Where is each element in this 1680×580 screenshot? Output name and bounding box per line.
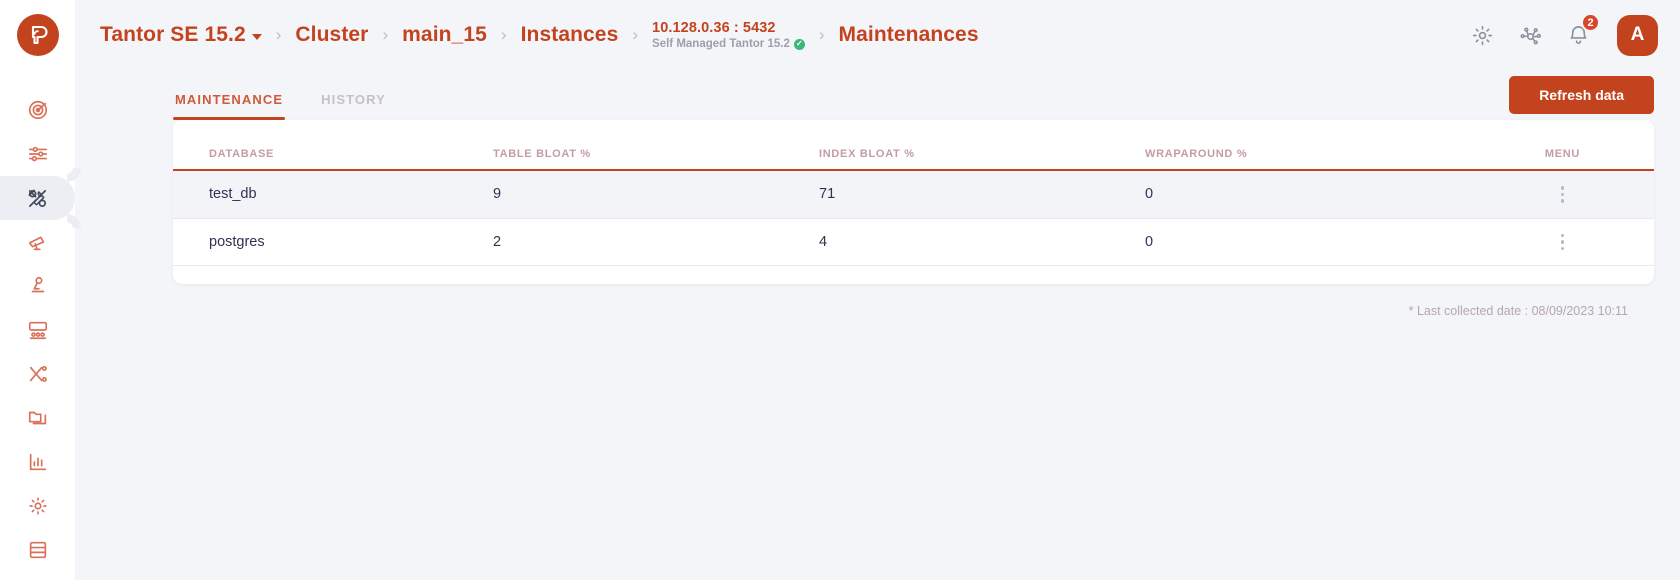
- avatar[interactable]: A: [1617, 14, 1658, 56]
- tools-icon: [26, 187, 49, 210]
- topbar-actions: 2 A: [1469, 13, 1658, 56]
- sidebar-item-sessions[interactable]: [0, 308, 75, 352]
- cell-menu: [1471, 218, 1654, 266]
- sidebar-item-monitoring[interactable]: [0, 220, 75, 264]
- cell-database: postgres: [173, 218, 493, 266]
- chevron-down-icon[interactable]: [251, 33, 262, 40]
- sidebar-item-databases[interactable]: [0, 528, 75, 572]
- sliders-icon: [27, 143, 49, 165]
- main-area: Tantor SE 15.2 › Cluster › main_15 › Ins…: [75, 0, 1680, 580]
- bar-chart-icon: [27, 451, 49, 473]
- sidebar-item-maintenance[interactable]: [0, 176, 75, 220]
- breadcrumb-separator: ›: [275, 25, 282, 44]
- cell-menu: [1471, 170, 1654, 219]
- cell-table-bloat: 2: [493, 218, 819, 266]
- breadcrumb-product[interactable]: Tantor SE 15.2: [100, 23, 262, 47]
- kebab-menu-icon[interactable]: [1471, 186, 1654, 203]
- sidebar-nav: [0, 70, 75, 572]
- kebab-menu-icon[interactable]: [1471, 233, 1654, 250]
- sidebar-item-replication[interactable]: [0, 352, 75, 396]
- logo-container[interactable]: [0, 0, 75, 70]
- breadcrumb-product-label: Tantor SE 15.2: [100, 23, 246, 46]
- breadcrumb-node[interactable]: main_15: [402, 23, 487, 47]
- microscope-icon: [27, 275, 49, 297]
- table-row[interactable]: test_db 9 71 0: [173, 170, 1654, 219]
- app-root: Tantor SE 15.2 › Cluster › main_15 › Ins…: [0, 0, 1680, 580]
- breadcrumb-instances[interactable]: Instances: [521, 23, 619, 47]
- cell-table-bloat: 9: [493, 170, 819, 219]
- folders-icon: [27, 407, 49, 429]
- topbar: Tantor SE 15.2 › Cluster › main_15 › Ins…: [75, 0, 1680, 70]
- gear-icon[interactable]: [1469, 22, 1495, 48]
- cell-wraparound: 0: [1145, 170, 1471, 219]
- table-header-row: DATABASE TABLE BLOAT % INDEX BLOAT % WRA…: [173, 142, 1654, 171]
- breadcrumb-host-address: 10.128.0.36 : 5432: [652, 19, 776, 36]
- tab-maintenance[interactable]: MAINTENANCE: [173, 92, 286, 120]
- cell-index-bloat: 4: [819, 218, 1145, 266]
- sidebar-item-analysis[interactable]: [0, 264, 75, 308]
- breadcrumb-separator: ›: [500, 25, 507, 44]
- breadcrumb-separator: ›: [818, 25, 825, 44]
- column-header-table-bloat[interactable]: TABLE BLOAT %: [493, 142, 819, 171]
- column-header-index-bloat[interactable]: INDEX BLOAT %: [819, 142, 1145, 171]
- cell-index-bloat: 71: [819, 170, 1145, 219]
- maintenance-table: DATABASE TABLE BLOAT % INDEX BLOAT % WRA…: [173, 142, 1654, 266]
- sidebar-item-reports[interactable]: [0, 440, 75, 484]
- tab-history[interactable]: HISTORY: [319, 92, 388, 120]
- breadcrumb-cluster[interactable]: Cluster: [295, 23, 368, 47]
- tantor-logo[interactable]: [16, 14, 59, 56]
- presentation-icon: [27, 319, 49, 341]
- table-head: DATABASE TABLE BLOAT % INDEX BLOAT % WRA…: [173, 142, 1654, 171]
- nodes-icon[interactable]: [1517, 22, 1543, 48]
- refresh-data-button[interactable]: Refresh data: [1509, 76, 1654, 114]
- sidebar-item-configuration[interactable]: [0, 484, 75, 528]
- column-header-database[interactable]: DATABASE: [173, 142, 493, 171]
- telescope-icon: [27, 231, 49, 253]
- breadcrumb-host-subtitle: Self Managed Tantor 15.2 ✓: [652, 37, 805, 51]
- column-header-menu: MENU: [1471, 142, 1654, 171]
- breadcrumb: Tantor SE 15.2 › Cluster › main_15 › Ins…: [100, 19, 1469, 52]
- database-icon: [27, 539, 49, 561]
- table-row[interactable]: postgres 2 4 0: [173, 218, 1654, 266]
- breadcrumb-current[interactable]: Maintenances: [839, 23, 979, 47]
- tabs-row: MAINTENANCE HISTORY Refresh data: [75, 70, 1680, 120]
- breadcrumb-host[interactable]: 10.128.0.36 : 5432 Self Managed Tantor 1…: [652, 19, 805, 52]
- table-body: test_db 9 71 0 postgres 2 4 0: [173, 170, 1654, 266]
- gear-icon: [27, 495, 49, 517]
- sidebar-item-projects[interactable]: [0, 396, 75, 440]
- tab-list: MAINTENANCE HISTORY: [173, 70, 422, 120]
- verified-check-icon: ✓: [793, 38, 805, 50]
- content-area: DATABASE TABLE BLOAT % INDEX BLOAT % WRA…: [75, 120, 1680, 580]
- sidebar-item-dashboard[interactable]: [0, 88, 75, 132]
- breadcrumb-separator: ›: [382, 25, 389, 44]
- radar-icon: [27, 99, 49, 121]
- breadcrumb-separator: ›: [632, 25, 639, 44]
- bell-icon[interactable]: 2: [1565, 13, 1600, 48]
- cell-wraparound: 0: [1145, 218, 1471, 266]
- column-header-wraparound[interactable]: WRAPAROUND %: [1145, 142, 1471, 171]
- breadcrumb-host-subtitle-label: Self Managed Tantor 15.2: [652, 37, 790, 50]
- shuffle-icon: [27, 363, 49, 385]
- maintenance-card: DATABASE TABLE BLOAT % INDEX BLOAT % WRA…: [173, 120, 1654, 284]
- notification-badge: 2: [1581, 13, 1600, 32]
- cell-database: test_db: [173, 170, 493, 219]
- last-collected-note: * Last collected date : 08/09/2023 10:11: [1408, 304, 1628, 318]
- sidebar: [0, 0, 75, 580]
